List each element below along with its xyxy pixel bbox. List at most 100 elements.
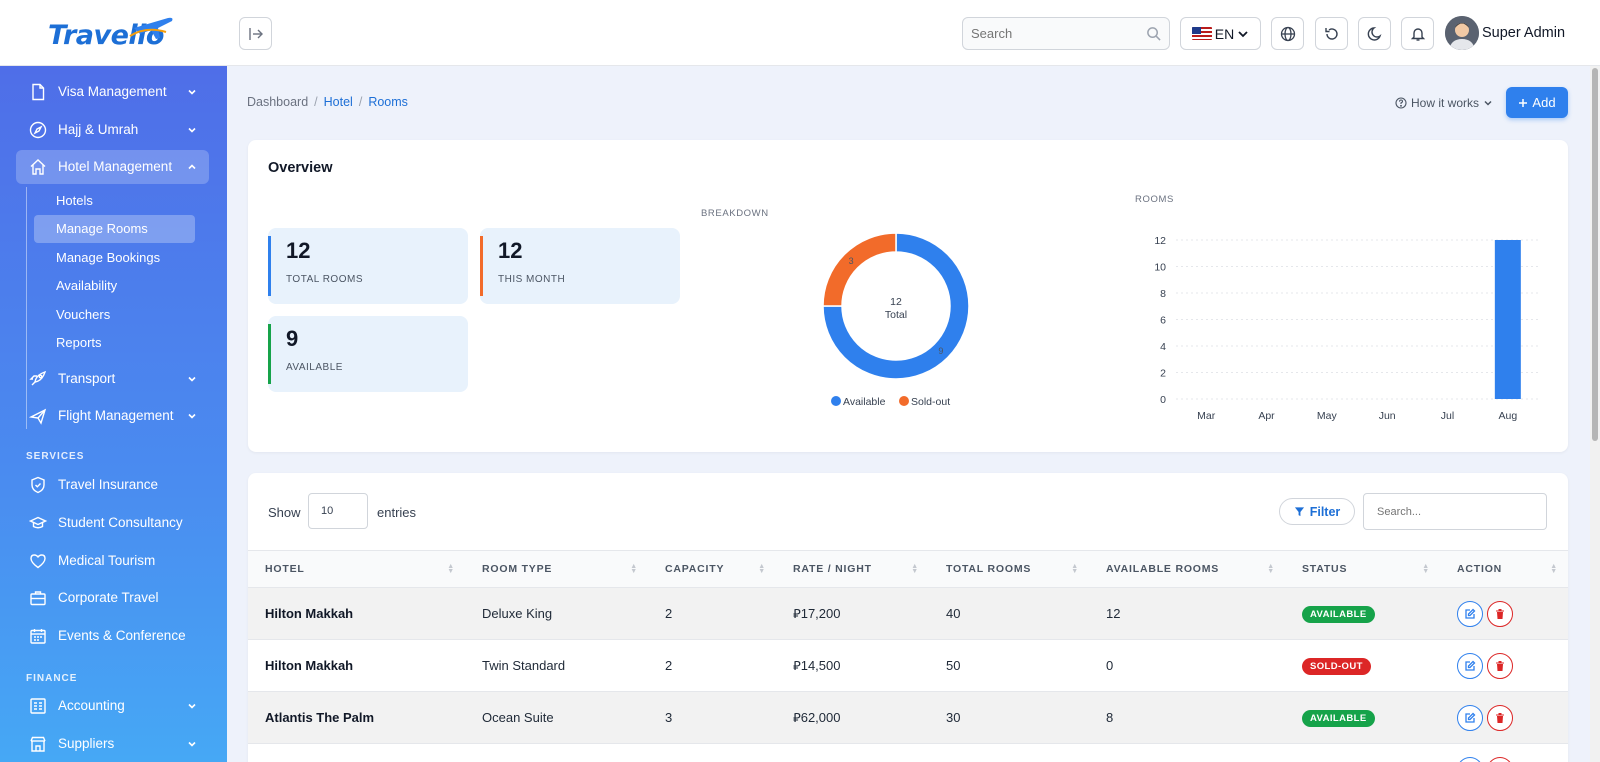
avatar[interactable] [1445,16,1479,50]
global-search [962,17,1170,50]
sidebar-item-events-conference[interactable]: Events & Conference [16,619,209,653]
bell-icon [1410,27,1425,41]
sidebar-subitem-hotels[interactable]: Hotels [34,187,195,215]
sidebar-subitem-manage-bookings[interactable]: Manage Bookings [34,244,195,272]
services-heading: SERVICES [26,451,85,462]
sidebar-toggle-button[interactable] [239,17,272,50]
add-button[interactable]: Add [1506,87,1568,118]
column-header-available-rooms[interactable]: AVAILABLE ROOMS ▲ ▼ [1089,550,1285,588]
bar-aug[interactable] [1494,240,1521,399]
table-row[interactable] [248,743,1568,762]
table-search-input[interactable] [1363,493,1547,530]
trash-icon [1496,660,1504,671]
app-logo[interactable]: Travelio [48,14,178,54]
stat-total-rooms: 12 TOTAL ROOMS [268,228,468,304]
sidebar-item-transport[interactable]: Transport [16,362,209,396]
sort-icon[interactable]: ▲ ▼ [1071,563,1079,575]
how-it-works-label: How it works [1411,96,1480,110]
theme-toggle-button[interactable] [1358,17,1391,50]
edit-icon [1465,660,1476,671]
sidebar-item-label: Accounting [58,698,125,713]
column-header-hotel[interactable]: HOTEL ▲ ▼ [248,550,465,588]
sidebar-item-label: Flight Management [58,408,174,423]
donut-slice-label: 9 [938,346,943,356]
delete-button[interactable] [1487,704,1513,731]
stat-value: 12 [498,238,523,263]
sidebar-item-student-consultancy[interactable]: Student Consultancy [16,506,209,540]
sort-icon[interactable]: ▲ ▼ [1550,563,1558,575]
x-tick-label: Mar [1197,410,1216,422]
breadcrumb-hotel[interactable]: Hotel [324,95,353,109]
sort-icon[interactable]: ▲ ▼ [630,563,638,575]
table-header-row: HOTEL ▲ ▼ ROOM TYPE ▲ ▼ CAPACITY ▲ ▼ RATE / NI… [248,550,1568,588]
show-label: Show [268,505,301,520]
sidebar-item-medical-tourism[interactable]: Medical Tourism [16,544,209,578]
status-badge: AVAILABLE [1302,605,1375,623]
scrollbar-thumb[interactable] [1592,68,1598,441]
chevron-down-icon [188,89,196,95]
page-scrollbar[interactable] [1590,66,1600,762]
sidebar-item-hotel-management[interactable]: Hotel Management [16,150,209,184]
sidebar-item-accounting[interactable]: Accounting [16,689,209,723]
column-header-total-rooms[interactable]: TOTAL ROOMS ▲ ▼ [929,550,1089,588]
cell-total: 40 [929,587,1089,640]
edit-button[interactable] [1457,704,1483,731]
breadcrumb-dashboard[interactable]: Dashboard [247,95,308,109]
sort-icon[interactable]: ▲ ▼ [447,563,455,575]
column-header-capacity[interactable]: CAPACITY ▲ ▼ [648,550,776,588]
table-row[interactable]: Atlantis The Palm Ocean Suite 3 ⃁62,000 30 8 A… [248,691,1568,744]
graduation-cap-icon [29,516,47,529]
edit-icon [1465,608,1476,619]
refresh-button[interactable] [1315,17,1348,50]
breadcrumb-rooms[interactable]: Rooms [368,95,408,109]
sidebar-subitem-availability[interactable]: Availability [34,272,195,300]
donut-slice-sold-out[interactable] [822,232,897,307]
stat-value: 9 [286,326,299,351]
sidebar-item-corporate-travel[interactable]: Corporate Travel [16,581,209,615]
sort-icon[interactable]: ▲ ▼ [758,563,766,575]
sidebar-item-flight-management[interactable]: Flight Management [16,399,209,433]
column-header-status[interactable]: STATUS ▲ ▼ [1285,550,1440,588]
chevron-down-icon [188,413,196,419]
sidebar-item-suppliers[interactable]: Suppliers [16,727,209,761]
column-header-action[interactable]: ACTION ▲ ▼ [1440,550,1568,588]
how-it-works-dropdown[interactable]: How it works [1395,96,1493,110]
sidebar-item-hajj-umrah[interactable]: Hajj & Umrah [16,113,209,147]
edit-button[interactable] [1457,756,1483,762]
table-row[interactable]: Hilton Makkah Twin Standard 2 ⃁14,500 50 0 SOL… [248,639,1568,692]
stat-label: THIS MONTH [498,274,566,285]
sidebar-subitem-vouchers[interactable]: Vouchers [34,301,195,329]
search-icon[interactable] [1146,26,1161,41]
document-icon [32,83,45,101]
delete-button[interactable] [1487,600,1513,627]
table-row[interactable]: Hilton Makkah Deluxe King 2 ⃁17,200 40 12 AVAI… [248,587,1568,640]
column-header-room-type[interactable]: ROOM TYPE ▲ ▼ [465,550,648,588]
edit-button[interactable] [1457,600,1483,627]
global-search-input[interactable] [963,18,1133,49]
delete-button[interactable] [1487,756,1513,762]
user-name[interactable]: Super Admin [1482,25,1565,41]
cell-status [1285,743,1440,762]
cell-hotel [248,743,465,762]
notifications-button[interactable] [1401,17,1434,50]
sort-icon[interactable]: ▲ ▼ [1422,563,1430,575]
sidebar-subitem-reports[interactable]: Reports [34,329,195,357]
sidebar-subitem-manage-rooms[interactable]: Manage Rooms [34,215,195,243]
sort-icon[interactable]: ▲ ▼ [1267,563,1275,575]
filter-button[interactable]: Filter [1279,498,1355,525]
sidebar-item-travel-insurance[interactable]: Travel Insurance [16,468,209,502]
edit-button[interactable] [1457,652,1483,679]
user-avatar-icon [1445,16,1479,50]
cell-room-type [465,743,648,762]
delete-button[interactable] [1487,652,1513,679]
y-tick-label: 2 [1160,368,1166,380]
globe-button[interactable] [1271,17,1304,50]
entries-per-page-input[interactable] [308,493,368,529]
cell-capacity: 3 [648,691,776,744]
sidebar-item-visa-management[interactable]: Visa Management [16,75,209,109]
column-header-rate[interactable]: RATE / NIGHT ▲ ▼ [776,550,929,588]
cell-available: 12 [1089,587,1285,640]
sort-icon[interactable]: ▲ ▼ [911,563,919,575]
chevron-down-icon [1238,30,1248,37]
language-selector[interactable]: EN [1180,17,1261,50]
